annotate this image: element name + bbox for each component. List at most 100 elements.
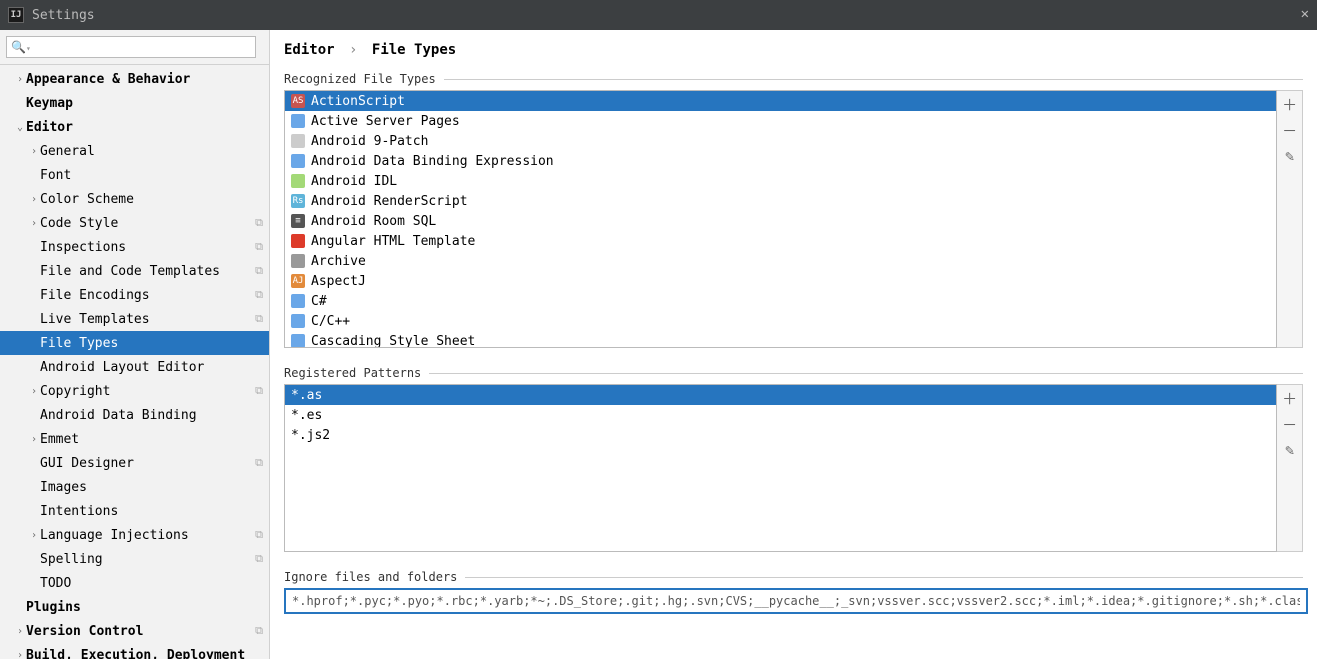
sidebar-item-keymap[interactable]: Keymap: [0, 91, 269, 115]
sidebar-item-label: Inspections: [40, 240, 255, 255]
file-type-icon: [291, 294, 305, 308]
expand-icon: ›: [28, 434, 40, 445]
chevron-right-icon: ›: [349, 42, 357, 58]
content-panel: Editor › File Types Recognized File Type…: [270, 30, 1317, 659]
sidebar-item-language-injections[interactable]: ›Language Injections⧉: [0, 523, 269, 547]
ignore-input[interactable]: [284, 588, 1308, 614]
breadcrumb-editor: Editor: [284, 42, 335, 58]
sidebar-item-label: Language Injections: [40, 528, 255, 543]
add-button[interactable]: ＋: [1278, 91, 1302, 117]
expand-icon: ›: [28, 146, 40, 157]
sidebar-item-label: Editor: [26, 120, 263, 135]
copy-icon: ⧉: [255, 312, 263, 326]
edit-button[interactable]: ✎: [1278, 143, 1302, 169]
copy-icon: ⧉: [255, 240, 263, 254]
sidebar-item-label: Color Scheme: [40, 192, 263, 207]
remove-button[interactable]: －: [1278, 117, 1302, 143]
sidebar-item-color-scheme[interactable]: ›Color Scheme: [0, 187, 269, 211]
file-type-item[interactable]: Android 9-Patch: [285, 131, 1276, 151]
file-type-item[interactable]: Cascading Style Sheet: [285, 331, 1276, 348]
sidebar-item-plugins[interactable]: Plugins: [0, 595, 269, 619]
remove-button[interactable]: －: [1278, 411, 1302, 437]
file-type-item[interactable]: Angular HTML Template: [285, 231, 1276, 251]
sidebar-item-label: TODO: [40, 576, 263, 591]
file-type-item[interactable]: AS ActionScript: [285, 91, 1276, 111]
copy-icon: ⧉: [255, 216, 263, 230]
expand-icon: ›: [28, 194, 40, 205]
file-type-item[interactable]: Active Server Pages: [285, 111, 1276, 131]
sidebar-item-android-layout-editor[interactable]: Android Layout Editor: [0, 355, 269, 379]
sidebar-item-spelling[interactable]: Spelling⧉: [0, 547, 269, 571]
sidebar-item-file-encodings[interactable]: File Encodings⧉: [0, 283, 269, 307]
sidebar-item-images[interactable]: Images: [0, 475, 269, 499]
sidebar-item-code-style[interactable]: ›Code Style⧉: [0, 211, 269, 235]
section-registered-label: Registered Patterns: [284, 366, 421, 380]
file-type-item[interactable]: ≡Android Room SQL: [285, 211, 1276, 231]
file-type-label: Android Room SQL: [311, 214, 436, 229]
section-recognized-label: Recognized File Types: [284, 72, 436, 86]
sidebar: 🔍▾ ›Appearance & BehaviorKeymap⌄Editor›G…: [0, 30, 270, 659]
file-type-icon: [291, 254, 305, 268]
section-registered-header: Registered Patterns: [284, 366, 1303, 380]
sidebar-item-inspections[interactable]: Inspections⧉: [0, 235, 269, 259]
copy-icon: ⧉: [255, 384, 263, 398]
sidebar-item-label: File Types: [40, 336, 263, 351]
file-types-list[interactable]: ASActionScriptActive Server PagesAndroid…: [284, 90, 1277, 348]
pattern-item[interactable]: *.as: [285, 385, 1276, 405]
section-ignore-header: Ignore files and folders: [284, 570, 1303, 584]
sidebar-item-label: Code Style: [40, 216, 255, 231]
sidebar-item-editor[interactable]: ⌄Editor: [0, 115, 269, 139]
patterns-list[interactable]: *.as*.es *.js2: [284, 384, 1277, 552]
section-ignore-label: Ignore files and folders: [284, 570, 457, 584]
file-type-icon: [291, 134, 305, 148]
sidebar-item-font[interactable]: Font: [0, 163, 269, 187]
sidebar-item-android-data-binding[interactable]: Android Data Binding: [0, 403, 269, 427]
sidebar-item-label: Build, Execution, Deployment: [26, 648, 263, 659]
sidebar-item-intentions[interactable]: Intentions: [0, 499, 269, 523]
file-type-icon: AS: [291, 94, 305, 108]
file-type-item[interactable]: C#: [285, 291, 1276, 311]
sidebar-item-label: Intentions: [40, 504, 263, 519]
sidebar-item-label: Copyright: [40, 384, 255, 399]
sidebar-item-label: File Encodings: [40, 288, 255, 303]
sidebar-item-label: Keymap: [26, 96, 263, 111]
close-icon[interactable]: ✕: [1301, 6, 1309, 22]
pattern-item[interactable]: *.es: [285, 405, 1276, 425]
file-type-item[interactable]: Android Data Binding Expression: [285, 151, 1276, 171]
edit-button[interactable]: ✎: [1278, 437, 1302, 463]
file-type-item[interactable]: AJAspectJ: [285, 271, 1276, 291]
file-type-label: Android IDL: [311, 174, 397, 189]
file-type-item[interactable]: Archive: [285, 251, 1276, 271]
file-type-item[interactable]: Android IDL: [285, 171, 1276, 191]
file-type-item[interactable]: RsAndroid RenderScript: [285, 191, 1276, 211]
file-type-icon: [291, 174, 305, 188]
sidebar-item-gui-designer[interactable]: GUI Designer⧉: [0, 451, 269, 475]
expand-icon: ›: [14, 650, 26, 659]
file-type-label: Archive: [311, 254, 366, 269]
add-button[interactable]: ＋: [1278, 385, 1302, 411]
pattern-item[interactable]: *.js2: [285, 425, 1276, 445]
sidebar-item-todo[interactable]: TODO: [0, 571, 269, 595]
sidebar-item-emmet[interactable]: ›Emmet: [0, 427, 269, 451]
sidebar-item-copyright[interactable]: ›Copyright⧉: [0, 379, 269, 403]
file-type-label: C/C++: [311, 314, 350, 329]
sidebar-item-live-templates[interactable]: Live Templates⧉: [0, 307, 269, 331]
file-type-icon: Rs: [291, 194, 305, 208]
sidebar-item-appearance-behavior[interactable]: ›Appearance & Behavior: [0, 67, 269, 91]
sidebar-item-version-control[interactable]: ›Version Control⧉: [0, 619, 269, 643]
sidebar-item-build-execution-deployment[interactable]: ›Build, Execution, Deployment: [0, 643, 269, 659]
search-input[interactable]: [6, 36, 256, 58]
sidebar-item-general[interactable]: ›General: [0, 139, 269, 163]
pattern-label: *.js2: [291, 428, 330, 443]
file-type-icon: [291, 234, 305, 248]
sidebar-item-label: Android Layout Editor: [40, 360, 263, 375]
sidebar-item-file-and-code-templates[interactable]: File and Code Templates⧉: [0, 259, 269, 283]
sidebar-item-label: Version Control: [26, 624, 255, 639]
file-type-item[interactable]: C/C++: [285, 311, 1276, 331]
file-type-label: AspectJ: [311, 274, 366, 289]
sidebar-item-label: General: [40, 144, 263, 159]
app-icon: IJ: [8, 7, 24, 23]
sidebar-item-file-types[interactable]: File Types: [0, 331, 269, 355]
titlebar: IJ Settings ✕: [0, 0, 1317, 30]
file-type-label: ActionScript: [311, 94, 405, 109]
